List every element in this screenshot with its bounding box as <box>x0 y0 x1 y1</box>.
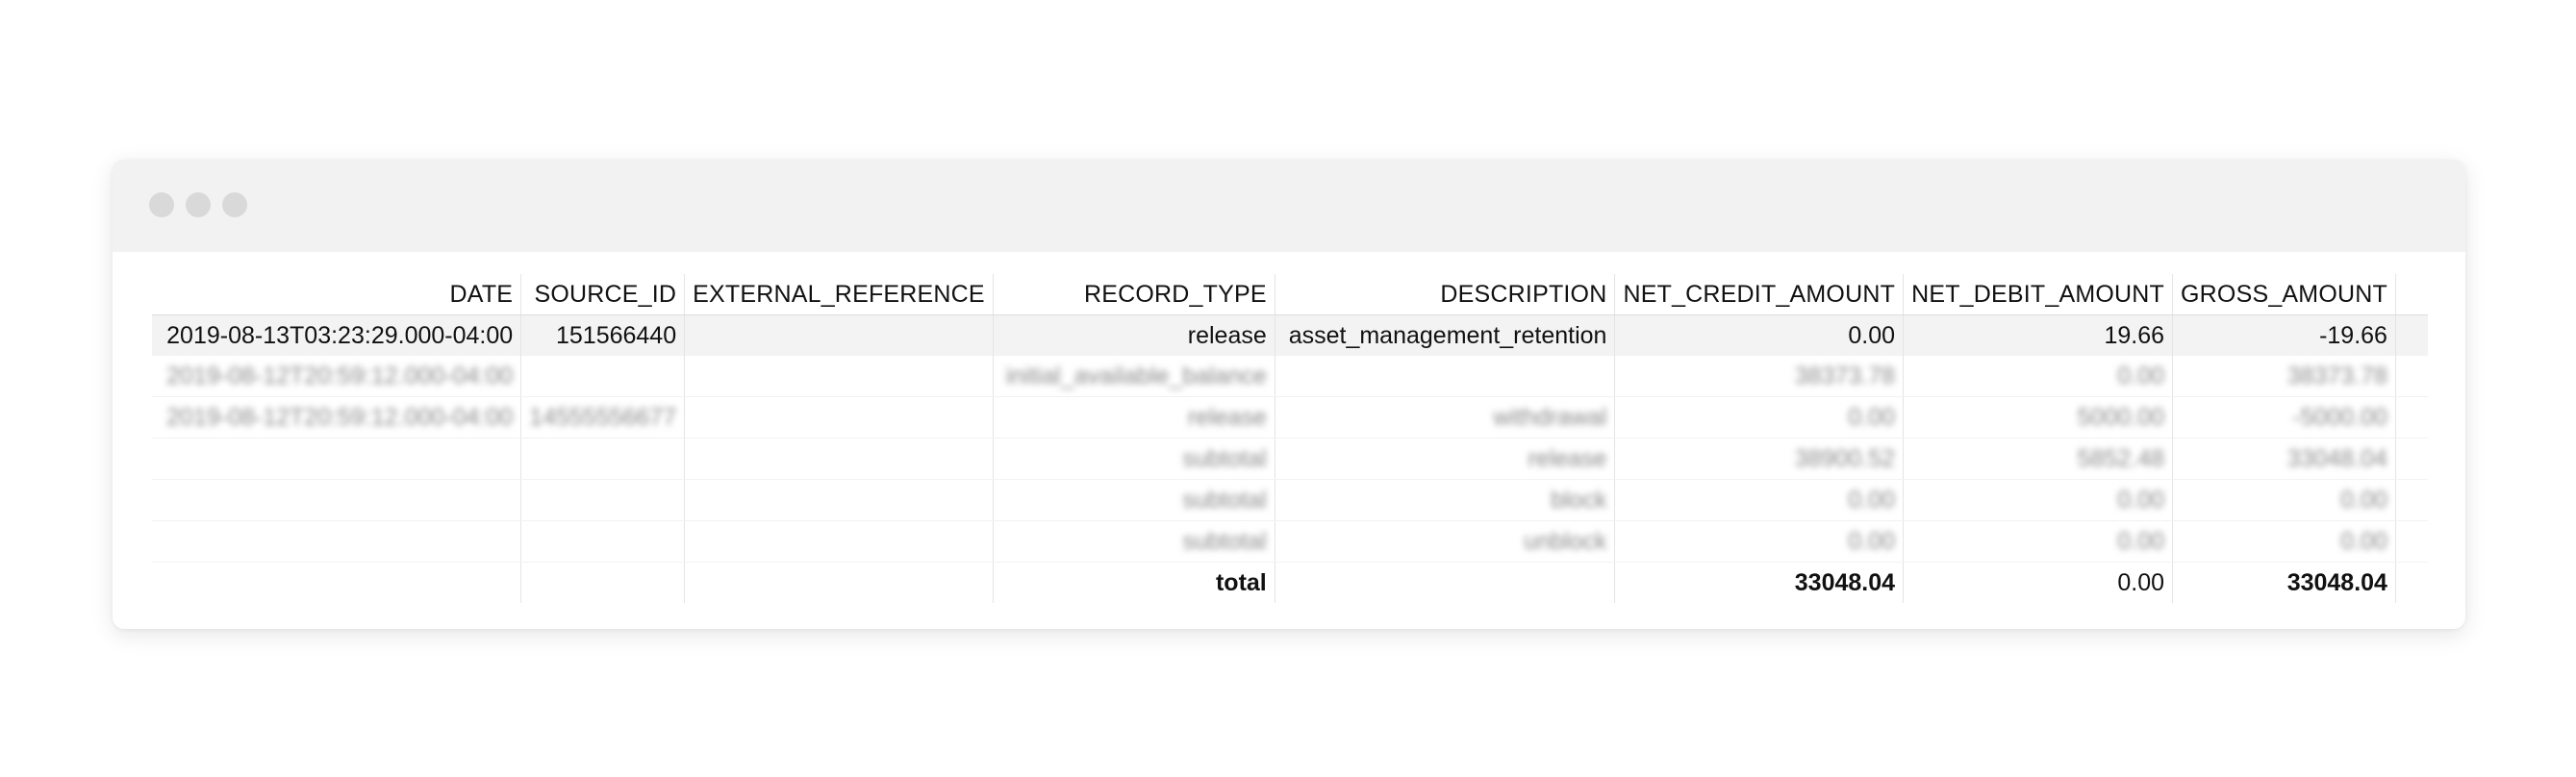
cell-spacer <box>2395 438 2428 480</box>
cell-description: asset_management_retention <box>1275 314 1616 356</box>
column-header-gross-amount[interactable]: GROSS_AMOUNT <box>2172 274 2396 315</box>
column-header-source-id[interactable]: SOURCE_ID <box>520 274 686 315</box>
cell-date <box>152 520 522 563</box>
cell-spacer <box>2395 396 2428 439</box>
cell-spacer <box>2395 479 2428 521</box>
cell-gross-amount: 33048.04 <box>2172 438 2396 480</box>
cell-source-id <box>520 356 686 397</box>
cell-source-id <box>520 562 686 603</box>
window-titlebar <box>113 160 2465 252</box>
cell-external-reference <box>684 562 994 603</box>
cell-net-credit-amount: 0.00 <box>1614 520 1905 563</box>
cell-external-reference <box>684 438 994 480</box>
minimize-window-icon[interactable] <box>186 192 211 217</box>
table-row[interactable]: subtotal release 38900.52 5852.48 33048.… <box>152 438 2428 480</box>
cell-date <box>152 479 522 521</box>
cell-net-debit-amount: 0.00 <box>1903 479 2174 521</box>
cell-description: unblock <box>1275 520 1616 563</box>
cell-net-debit-amount: 5852.48 <box>1903 438 2174 480</box>
cell-record-type: subtotal <box>993 479 1275 521</box>
table-row[interactable]: 2019-08-12T20:59:12.000-04:00 1455555667… <box>152 396 2428 439</box>
cell-total-label: total <box>993 562 1275 603</box>
cell-source-id: 14555556677 <box>520 396 686 439</box>
cell-description: withdrawal <box>1275 396 1616 439</box>
cell-total-net-credit-amount: 33048.04 <box>1614 562 1905 603</box>
column-header-external-reference[interactable]: EXTERNAL_REFERENCE <box>684 274 994 315</box>
cell-gross-amount: 0.00 <box>2172 520 2396 563</box>
app-window: DATE SOURCE_ID EXTERNAL_REFERENCE RECORD… <box>113 160 2465 629</box>
cell-net-credit-amount: 38900.52 <box>1614 438 1905 480</box>
table-row[interactable]: 2019-08-13T03:23:29.000-04:00 151566440 … <box>152 314 2428 356</box>
column-header-net-credit-amount[interactable]: NET_CREDIT_AMOUNT <box>1614 274 1905 315</box>
cell-source-id <box>520 479 686 521</box>
cell-description: block <box>1275 479 1616 521</box>
cell-description: release <box>1275 438 1616 480</box>
cell-spacer <box>2395 314 2428 356</box>
cell-net-debit-amount: 0.00 <box>1903 356 2174 397</box>
cell-date: 2019-08-13T03:23:29.000-04:00 <box>152 314 522 356</box>
cell-external-reference <box>684 314 994 356</box>
cell-date <box>152 438 522 480</box>
cell-total-gross-amount: 33048.04 <box>2172 562 2396 603</box>
cell-gross-amount: 0.00 <box>2172 479 2396 521</box>
column-spacer <box>2395 274 2428 315</box>
cell-spacer <box>2395 356 2428 397</box>
cell-record-type: subtotal <box>993 520 1275 563</box>
cell-spacer <box>2395 562 2428 603</box>
cell-gross-amount: -5000.00 <box>2172 396 2396 439</box>
cell-net-credit-amount: 38373.78 <box>1614 356 1905 397</box>
cell-record-type: initial_available_balance <box>993 356 1275 397</box>
cell-date <box>152 562 522 603</box>
cell-record-type: release <box>993 396 1275 439</box>
cell-spacer <box>2395 520 2428 563</box>
close-window-icon[interactable] <box>149 192 174 217</box>
cell-date: 2019-08-12T20:59:12.000-04:00 <box>152 356 522 397</box>
cell-net-debit-amount: 19.66 <box>1903 314 2174 356</box>
cell-external-reference <box>684 479 994 521</box>
cell-record-type: release <box>993 314 1275 356</box>
column-header-description[interactable]: DESCRIPTION <box>1275 274 1616 315</box>
table-row[interactable]: subtotal block 0.00 0.00 0.00 <box>152 479 2428 521</box>
cell-description <box>1275 562 1616 603</box>
cell-net-credit-amount: 0.00 <box>1614 396 1905 439</box>
column-header-record-type[interactable]: RECORD_TYPE <box>993 274 1275 315</box>
cell-source-id: 151566440 <box>520 314 686 356</box>
cell-external-reference <box>684 356 994 397</box>
cell-external-reference <box>684 396 994 439</box>
table-total-row[interactable]: total 33048.04 0.00 33048.04 <box>152 562 2428 603</box>
cell-external-reference <box>684 520 994 563</box>
table-header-row: DATE SOURCE_ID EXTERNAL_REFERENCE RECORD… <box>152 274 2428 315</box>
report-table: DATE SOURCE_ID EXTERNAL_REFERENCE RECORD… <box>152 274 2428 603</box>
maximize-window-icon[interactable] <box>222 192 247 217</box>
cell-net-credit-amount: 0.00 <box>1614 479 1905 521</box>
cell-source-id <box>520 438 686 480</box>
cell-description <box>1275 356 1616 397</box>
cell-record-type: subtotal <box>993 438 1275 480</box>
table-row[interactable]: subtotal unblock 0.00 0.00 0.00 <box>152 520 2428 563</box>
column-header-date[interactable]: DATE <box>152 274 522 315</box>
cell-date: 2019-08-12T20:59:12.000-04:00 <box>152 396 522 439</box>
cell-gross-amount: -19.66 <box>2172 314 2396 356</box>
cell-net-credit-amount: 0.00 <box>1614 314 1905 356</box>
cell-gross-amount: 38373.78 <box>2172 356 2396 397</box>
cell-net-debit-amount: 5000.00 <box>1903 396 2174 439</box>
table-row[interactable]: 2019-08-12T20:59:12.000-04:00 initial_av… <box>152 356 2428 397</box>
report-table-container: DATE SOURCE_ID EXTERNAL_REFERENCE RECORD… <box>152 274 2428 603</box>
column-header-net-debit-amount[interactable]: NET_DEBIT_AMOUNT <box>1903 274 2174 315</box>
cell-total-net-debit-amount: 0.00 <box>1903 562 2174 603</box>
cell-source-id <box>520 520 686 563</box>
cell-net-debit-amount: 0.00 <box>1903 520 2174 563</box>
